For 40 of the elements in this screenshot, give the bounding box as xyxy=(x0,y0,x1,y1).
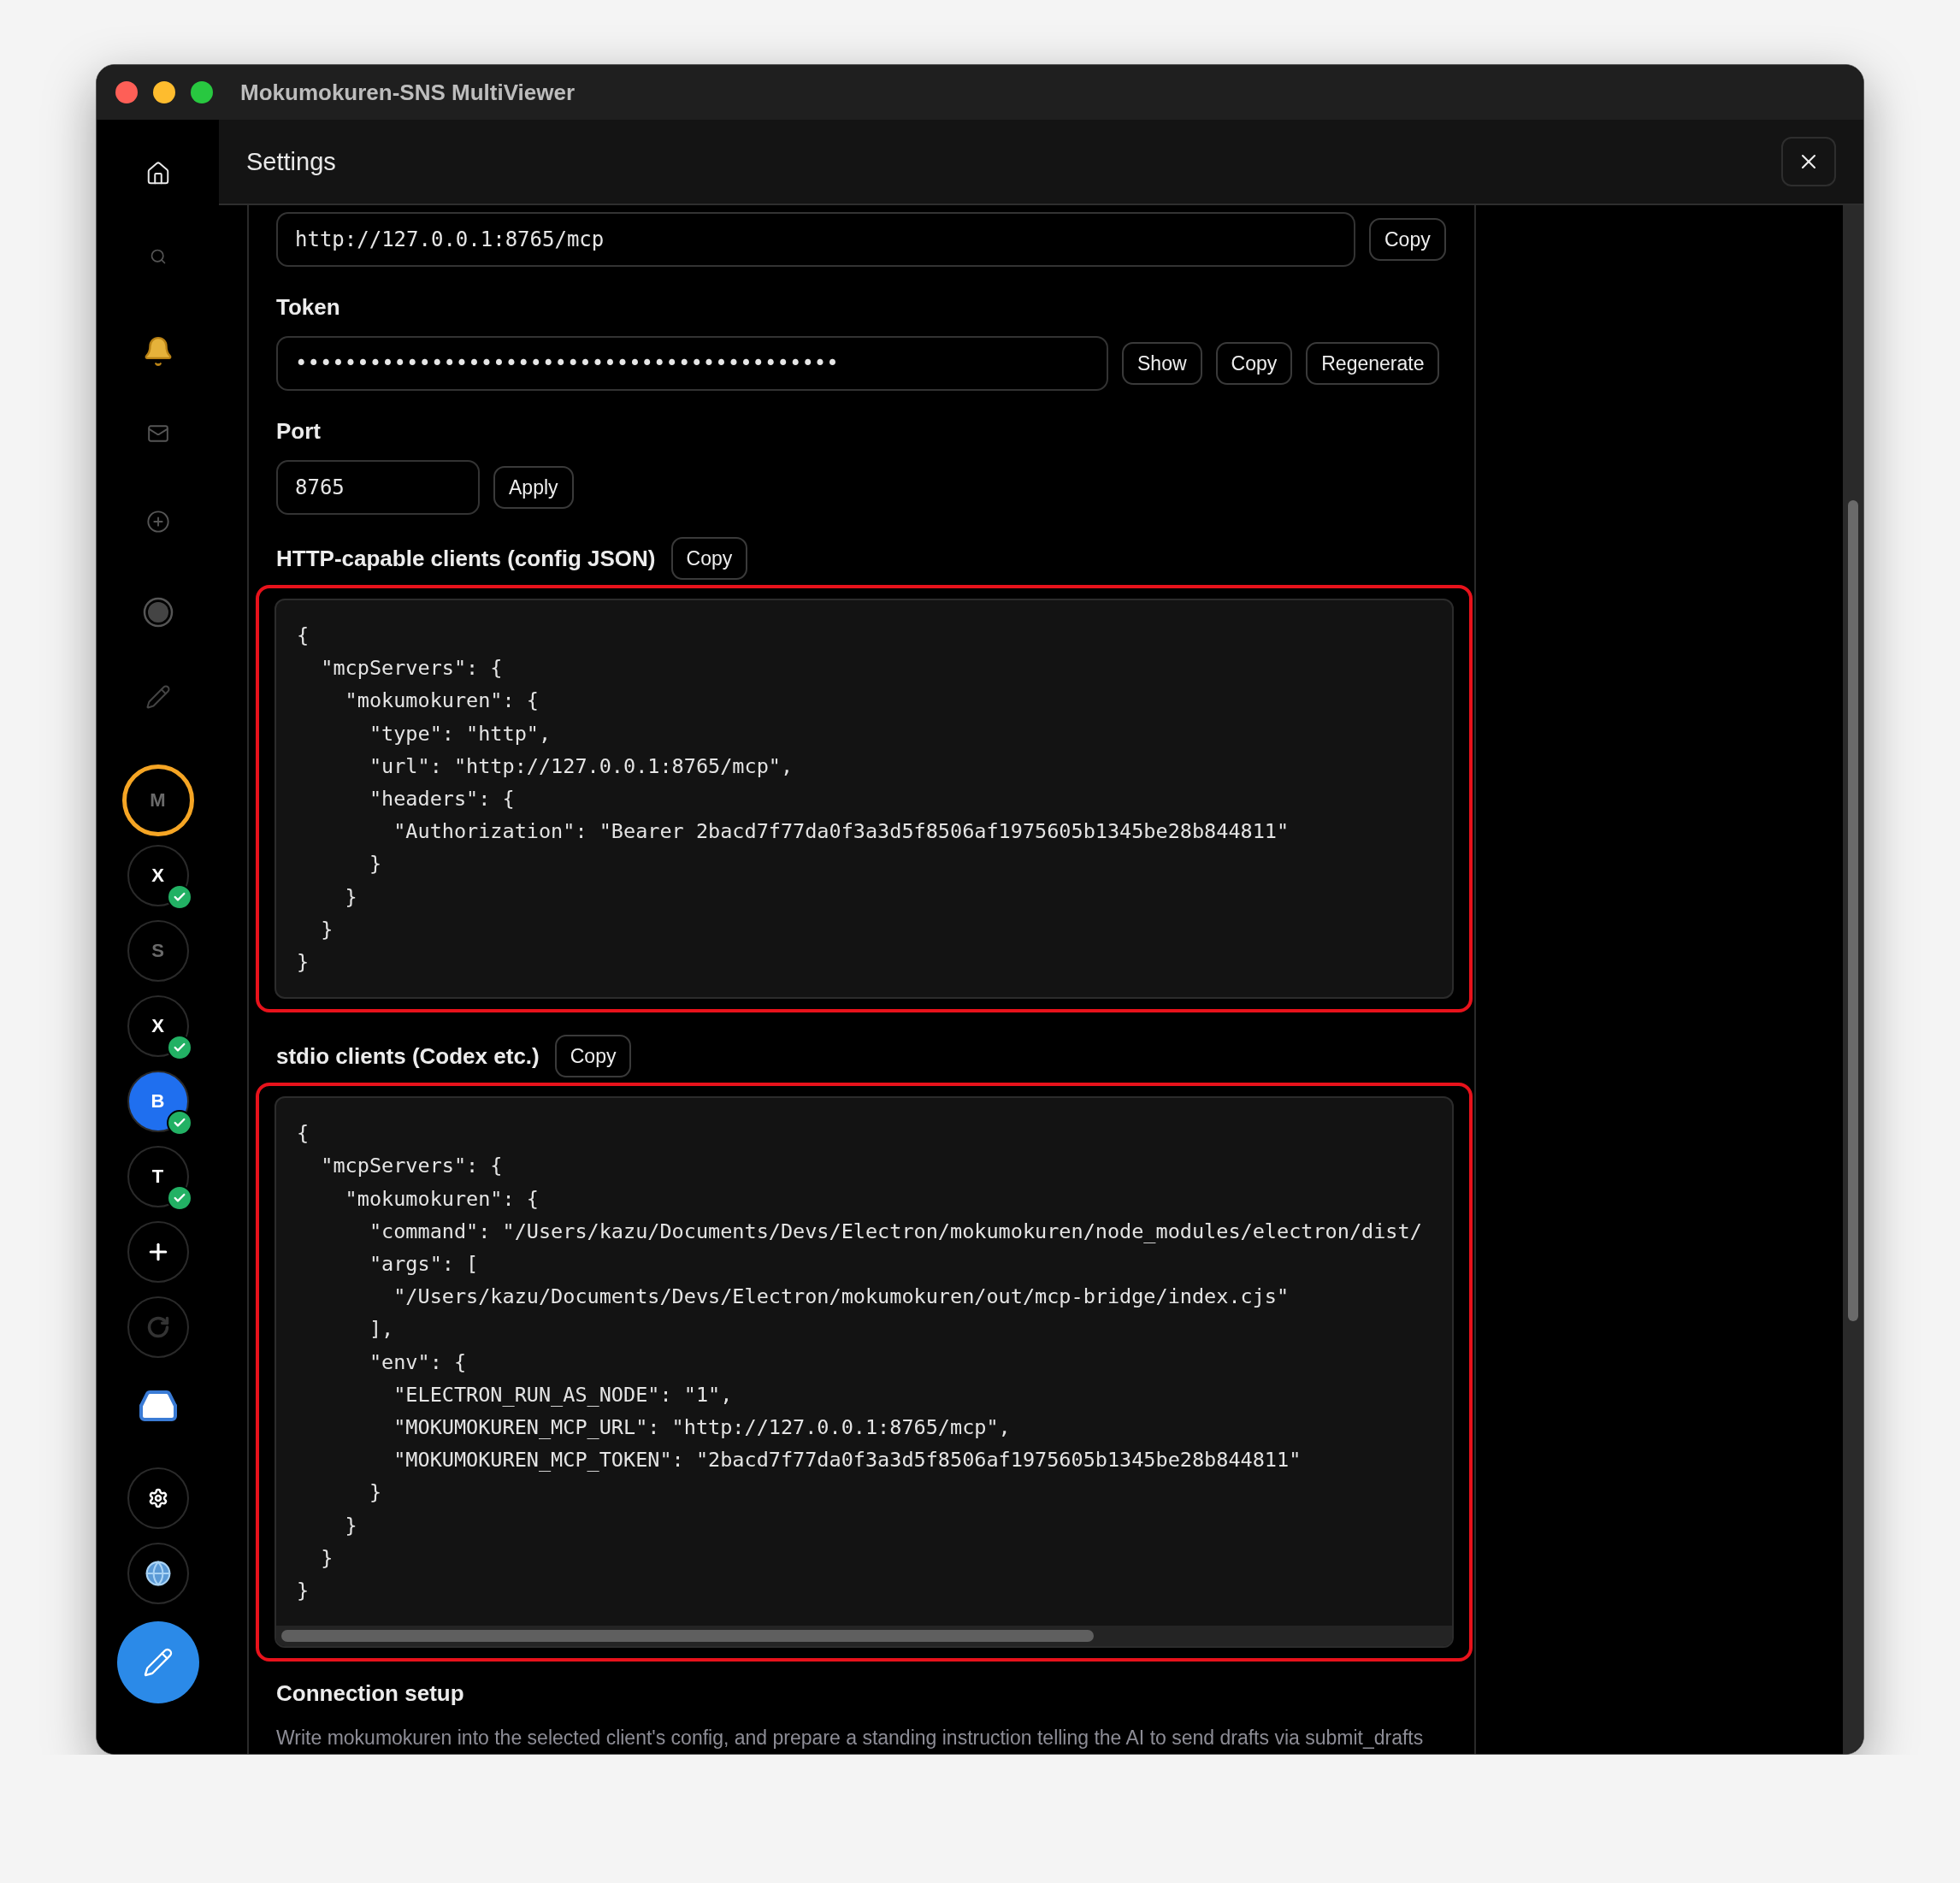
window-title: Mokumokuren-SNS MultiViewer xyxy=(240,79,576,106)
token-label: Token xyxy=(276,294,341,321)
zoom-window-icon[interactable] xyxy=(191,81,213,103)
settings-icon xyxy=(147,1488,168,1508)
account-avatar[interactable]: T xyxy=(127,1146,189,1207)
close-window-icon[interactable] xyxy=(115,81,138,103)
connection-setup-description: Write mokumokuren into the selected client's config, and prepare a standing instruction telling the AI to send drafts via submit_drafts xyxy=(276,1726,1425,1751)
account-avatar[interactable]: X xyxy=(127,995,189,1057)
section-label: HTTP-capable clients (config JSON) xyxy=(276,545,656,572)
token-action-button[interactable]: Copy xyxy=(1215,342,1293,385)
horizontal-scrollbar[interactable] xyxy=(276,1626,1452,1647)
apply-button[interactable]: Apply xyxy=(493,466,574,509)
url-field[interactable]: http://127.0.0.1:8765/mcp xyxy=(276,212,1355,267)
account-avatar[interactable]: B xyxy=(127,1071,189,1132)
port-label: Port xyxy=(276,418,322,445)
settings-title: Settings xyxy=(246,147,336,176)
config-json-text: { "mcpServers": { "mokumokuren": { "command": "/Users/kazu/Documents/Devs/Electron/mokumokuren/node_modules/electron/dist/ "args": [ "/Users/kazu/Documents/Devs/Electron/mokumokuren/out/mcp-bridge/index.cjs" ], "env": { "ELECTRON_RUN_AS_NODE": "1", "MOKUMOKUREN_MCP_URL": "http://127.0.0.1:8765/mcp", "MOKUMOKUREN_MCP_TOKEN": "2bacd7f77da0f3a3d5f8506af1975605b1345be28b844811" } } } } xyxy=(296,1120,1423,1605)
search-icon[interactable] xyxy=(149,248,167,265)
section-label: stdio clients (Codex etc.) xyxy=(276,1042,540,1070)
account-avatar[interactable]: M xyxy=(121,764,194,836)
connection-setup-heading: Connection setup xyxy=(276,1680,465,1708)
add-circle-icon[interactable] xyxy=(145,510,170,534)
mail-icon[interactable] xyxy=(146,422,169,445)
copy-button[interactable]: Copy xyxy=(1369,218,1446,261)
refresh-icon xyxy=(145,1315,170,1339)
config-json-text: { "mcpServers": { "mokumokuren": { "type": "http", "url": "http://127.0.0.1:8765/mcp", "headers": { "Authorization": "Bearer 2bacd7f77da0f3a3d5f8506af1975605b1345be28b844811" } } } } xyxy=(296,623,1290,977)
globe-icon xyxy=(144,1560,172,1587)
account-avatar[interactable]: X xyxy=(127,845,189,906)
token-action-button[interactable]: Regenerate xyxy=(1306,342,1440,385)
vertical-scrollbar[interactable] xyxy=(1843,205,1863,1754)
copy-button[interactable]: Copy xyxy=(670,537,748,580)
account-avatar[interactable]: S xyxy=(127,920,189,982)
pencil-icon xyxy=(142,1647,174,1678)
copy-button[interactable]: Copy xyxy=(554,1035,632,1078)
close-button[interactable] xyxy=(1781,137,1836,186)
token-action-button[interactable]: Show xyxy=(1122,342,1202,385)
port-field[interactable]: 8765 xyxy=(276,460,480,515)
minimize-window-icon[interactable] xyxy=(153,81,175,103)
token-field[interactable]: •••••••••••••••••••••••••••••••••••••••••••• xyxy=(276,336,1108,391)
record-icon[interactable] xyxy=(142,597,174,628)
